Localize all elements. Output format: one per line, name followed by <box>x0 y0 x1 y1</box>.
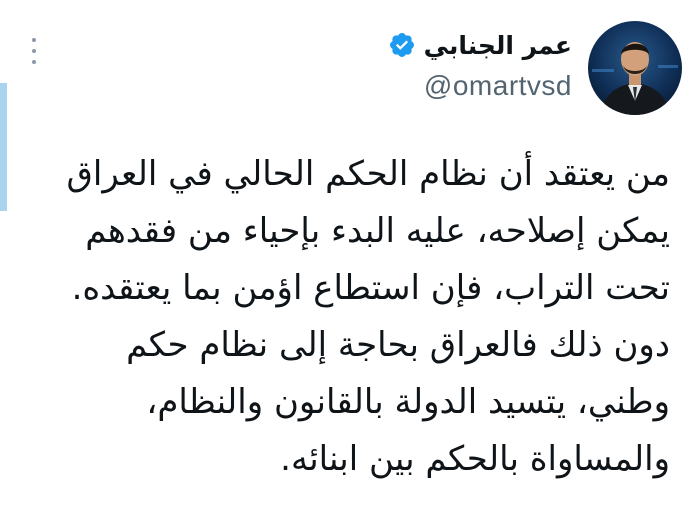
profile-photo <box>588 21 682 115</box>
author-display-name[interactable]: عمر الجنابي <box>424 31 572 60</box>
more-dot <box>32 60 36 64</box>
verified-badge-icon <box>389 33 414 57</box>
tweet-text-line: والمساواة بالحكم بين ابنائه. <box>280 439 670 479</box>
author-handle[interactable]: @omartvsd <box>252 70 572 102</box>
more-options-button[interactable] <box>24 36 44 66</box>
tweet-text-line: وطني، يتسيد الدولة بالقانون والنظام، <box>146 382 670 422</box>
more-dot <box>32 49 36 53</box>
tweet-text-line: يمكن إصلاحه، عليه البدء بإحياء من فقدهم <box>85 211 670 251</box>
tweet-author: عمر الجنابي @omartvsd <box>252 28 572 102</box>
tweet-text-line: دون ذلك فالعراق بحاجة إلى نظام حكم <box>126 325 670 365</box>
tweet-text: من يعتقد أن نظام الحكم الحالي في العراق … <box>40 146 670 488</box>
more-dot <box>32 38 36 42</box>
tweet-text-line: من يعتقد أن نظام الحكم الحالي في العراق <box>66 154 670 194</box>
author-name-row: عمر الجنابي <box>252 28 572 62</box>
tweet-text-line: تحت التراب، فإن استطاع اؤمن بما يعتقده. <box>71 268 670 308</box>
selection-accent-bar <box>0 83 7 211</box>
avatar[interactable] <box>588 21 682 115</box>
